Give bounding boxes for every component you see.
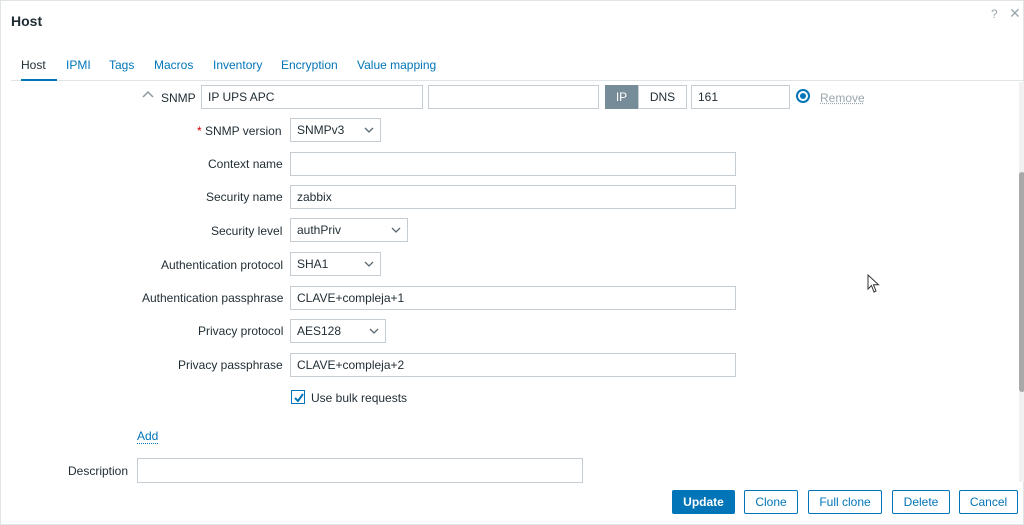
- chevron-down-icon: [369, 320, 379, 351]
- auth-passphrase-input[interactable]: CLAVE+compleja+1: [290, 286, 736, 310]
- description-textarea[interactable]: [137, 458, 583, 483]
- checkmark-icon: [294, 393, 304, 403]
- snmp-version-label-text: SNMP version: [205, 124, 282, 138]
- security-level-select[interactable]: authPriv: [290, 218, 408, 242]
- tab-tags[interactable]: Tags: [109, 57, 134, 81]
- security-level-label: Security level: [211, 224, 283, 238]
- privacy-protocol-value: AES128: [297, 324, 342, 338]
- privacy-protocol-select[interactable]: AES128: [290, 319, 386, 343]
- security-level-value: authPriv: [297, 223, 342, 237]
- add-interface-link[interactable]: Add: [137, 430, 159, 444]
- close-icon[interactable]: ✕: [1009, 5, 1021, 22]
- connect-dns-button[interactable]: DNS: [638, 85, 687, 109]
- tab-macros[interactable]: Macros: [154, 57, 193, 81]
- tab-host[interactable]: Host: [21, 57, 57, 81]
- default-interface-radio[interactable]: [796, 89, 810, 103]
- required-marker: *: [197, 124, 202, 138]
- context-name-label: Context name: [208, 157, 283, 171]
- delete-button[interactable]: Delete: [892, 490, 950, 514]
- update-button[interactable]: Update: [672, 490, 735, 514]
- interface-dns-input[interactable]: [428, 85, 599, 109]
- privacy-protocol-label: Privacy protocol: [198, 324, 284, 338]
- cancel-button[interactable]: Cancel: [959, 490, 1018, 514]
- context-name-input[interactable]: [290, 152, 736, 176]
- collapse-chevron-icon[interactable]: [141, 89, 155, 102]
- interface-ip-input[interactable]: IP UPS APC: [201, 85, 423, 109]
- dialog-title: Host: [11, 13, 43, 29]
- bulk-requests-checkbox[interactable]: [291, 390, 305, 404]
- tab-encryption[interactable]: Encryption: [281, 57, 338, 81]
- clone-button[interactable]: Clone: [744, 490, 798, 514]
- description-label: Description: [68, 464, 129, 478]
- auth-protocol-value: SHA1: [297, 257, 329, 271]
- tab-bar: Host IPMI Tags Macros Inventory Encrypti…: [11, 57, 1023, 81]
- scrollbar-thumb[interactable]: [1019, 172, 1024, 392]
- host-dialog: Host ? ✕ Host IPMI Tags Macros Inventory…: [0, 0, 1024, 525]
- scrollbar[interactable]: [1019, 82, 1024, 482]
- snmp-version-label: * SNMP version: [197, 124, 282, 138]
- privacy-passphrase-label: Privacy passphrase: [178, 358, 283, 372]
- tab-inventory[interactable]: Inventory: [213, 57, 262, 81]
- chevron-down-icon: [364, 253, 374, 284]
- auth-protocol-select[interactable]: SHA1: [290, 252, 381, 276]
- help-icon[interactable]: ?: [991, 7, 998, 21]
- tab-ipmi[interactable]: IPMI: [66, 57, 91, 81]
- mouse-cursor-icon: [867, 273, 881, 297]
- full-clone-button[interactable]: Full clone: [808, 490, 882, 514]
- remove-link[interactable]: Remove: [820, 91, 865, 105]
- security-name-input[interactable]: zabbix: [290, 185, 736, 209]
- privacy-passphrase-input[interactable]: CLAVE+compleja+2: [290, 353, 736, 377]
- auth-passphrase-label: Authentication passphrase: [142, 291, 284, 305]
- connect-ip-button[interactable]: IP: [605, 85, 638, 109]
- snmp-version-value: SNMPv3: [297, 123, 345, 137]
- snmp-version-select[interactable]: SNMPv3: [290, 118, 381, 142]
- tab-value-mapping[interactable]: Value mapping: [357, 57, 436, 81]
- interface-type-label: SNMP: [161, 91, 196, 105]
- security-name-label: Security name: [206, 190, 283, 204]
- port-input[interactable]: 161: [691, 85, 790, 109]
- bulk-requests-label: Use bulk requests: [311, 391, 408, 405]
- connect-to-toggle: IP DNS: [605, 85, 687, 109]
- chevron-down-icon: [364, 119, 374, 150]
- chevron-down-icon: [391, 219, 401, 250]
- auth-protocol-label: Authentication protocol: [161, 258, 284, 272]
